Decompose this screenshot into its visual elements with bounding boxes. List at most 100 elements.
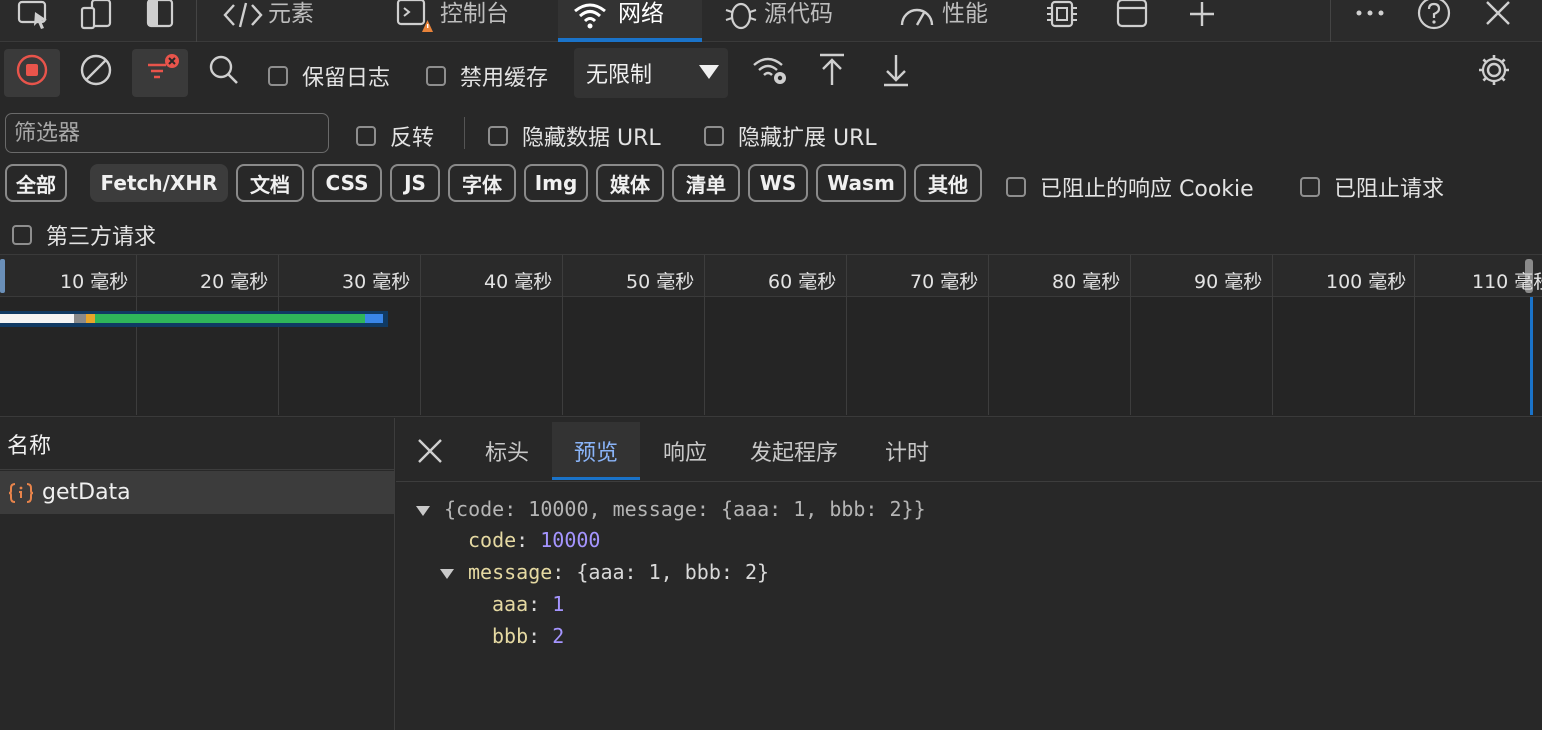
blocked-requests-checkbox[interactable]: 已阻止请求: [1300, 171, 1444, 203]
xhr-fetch-icon: [8, 482, 34, 504]
help-icon[interactable]: [1414, 0, 1454, 30]
timeline-range-handle-left[interactable]: [0, 259, 5, 293]
name-column-header[interactable]: 名称: [0, 418, 394, 470]
search-icon: [208, 54, 240, 92]
type-filter-css[interactable]: CSS: [312, 164, 382, 202]
timeline-gridline: [1130, 255, 1131, 415]
type-filter-doc[interactable]: 文档: [236, 164, 304, 202]
json-number: 2: [552, 624, 565, 648]
checkbox-box[interactable]: [704, 126, 724, 146]
type-filter-js[interactable]: JS: [390, 164, 440, 202]
checkbox-box[interactable]: [356, 126, 376, 146]
timeline-gridline: [704, 255, 705, 415]
request-row[interactable]: getData: [0, 471, 394, 514]
checkbox-box[interactable]: [1006, 177, 1026, 197]
type-filter-wasm[interactable]: Wasm: [816, 164, 906, 202]
tab-preview[interactable]: 预览: [552, 422, 640, 480]
waterfall-stalled-segment: [74, 314, 86, 323]
hide-data-urls-checkbox[interactable]: 隐藏数据 URL: [488, 120, 661, 152]
type-filter-media[interactable]: 媒体: [596, 164, 664, 202]
tab-response[interactable]: 响应: [648, 422, 722, 480]
json-number: 1: [552, 592, 565, 616]
waterfall-waiting-segment: [95, 314, 365, 323]
type-filter-other[interactable]: 其他: [914, 164, 982, 202]
request-details: 标头 预览 响应 发起程序 计时 {code: 10000, message: …: [396, 418, 1542, 730]
timeline-tick-label: 20 毫秒: [200, 271, 269, 293]
import-har-button[interactable]: [812, 49, 852, 97]
json-property-aaa: aaa: 1: [492, 592, 565, 616]
tab-console[interactable]: 控制台: [396, 0, 526, 42]
disable-cache-checkbox[interactable]: 禁用缓存: [426, 60, 548, 92]
tab-timing[interactable]: 计时: [870, 422, 944, 480]
json-number: 10000: [540, 528, 601, 552]
third-party-requests-checkbox[interactable]: 第三方请求: [12, 219, 156, 251]
type-filter-all[interactable]: 全部: [5, 164, 67, 202]
type-filter-font[interactable]: 字体: [448, 164, 516, 202]
type-filter-img[interactable]: Img: [524, 164, 588, 202]
tab-initiator[interactable]: 发起程序: [736, 422, 852, 480]
json-root-node[interactable]: {code: 10000, message: {aaa: 1, bbb: 2}}: [416, 497, 926, 521]
code-tag-icon: [222, 0, 264, 30]
tab-sources[interactable]: 源代码: [724, 0, 864, 42]
checkbox-box[interactable]: [488, 126, 508, 146]
close-details-button[interactable]: [412, 436, 448, 472]
timeline-range-edge: [1530, 297, 1533, 415]
search-button[interactable]: [202, 49, 246, 97]
tab-performance[interactable]: 性能: [898, 0, 1008, 42]
device-emulation-icon[interactable]: [78, 0, 116, 30]
invert-checkbox[interactable]: 反转: [356, 120, 434, 152]
timeline-tick-label: 60 毫秒: [768, 271, 837, 293]
filter-toggle-button[interactable]: [132, 49, 188, 97]
tab-elements[interactable]: 元素: [222, 0, 342, 42]
network-toolbar: 保留日志 禁用缓存 无限制: [0, 43, 1542, 103]
tab-headers[interactable]: 标头: [470, 422, 544, 480]
hide-extension-urls-checkbox[interactable]: 隐藏扩展 URL: [704, 120, 877, 152]
record-button[interactable]: [4, 49, 60, 97]
more-options-icon[interactable]: [1350, 0, 1390, 30]
throttling-select[interactable]: 无限制: [574, 48, 728, 98]
timeline-tick-label: 30 毫秒: [342, 271, 411, 293]
waterfall-bar: [0, 311, 388, 327]
network-conditions-button[interactable]: [748, 49, 792, 97]
blocked-response-cookies-checkbox[interactable]: 已阻止的响应 Cookie: [1006, 171, 1254, 203]
add-tab-icon[interactable]: [1184, 0, 1220, 30]
expand-triangle-icon[interactable]: [440, 568, 454, 579]
json-property-message[interactable]: message: {aaa: 1, bbb: 2}: [440, 560, 769, 584]
application-panel-icon[interactable]: [1114, 0, 1150, 30]
clear-button[interactable]: [72, 49, 120, 97]
json-key: code: [468, 528, 517, 552]
checkbox-box[interactable]: [12, 225, 32, 245]
filter-input[interactable]: [5, 113, 329, 153]
overview-timeline[interactable]: 10 毫秒 20 毫秒 30 毫秒 40 毫秒 50 毫秒 60 毫秒 70 毫…: [0, 255, 1542, 417]
divider: [464, 117, 465, 149]
checkbox-box[interactable]: [268, 66, 288, 86]
type-filter-manifest[interactable]: 清单: [672, 164, 740, 202]
timeline-gridline: [136, 255, 137, 415]
timeline-tick-label: 10 毫秒: [60, 271, 129, 293]
memory-chip-icon[interactable]: [1042, 0, 1082, 30]
console-warning-icon: [396, 0, 436, 32]
tab-network[interactable]: 网络: [558, 0, 702, 42]
export-har-button[interactable]: [876, 49, 916, 97]
timeline-gridline: [1414, 255, 1415, 415]
network-settings-button[interactable]: [1472, 49, 1516, 97]
inspect-element-icon[interactable]: [14, 0, 54, 30]
type-filter-fetch-xhr[interactable]: Fetch/XHR: [90, 164, 228, 202]
type-filter-ws[interactable]: WS: [748, 164, 808, 202]
stop-recording-icon: [16, 54, 48, 92]
bug-icon: [724, 0, 758, 30]
gear-icon: [1477, 53, 1511, 93]
timeline-gridline: [278, 255, 279, 415]
close-icon: [416, 437, 444, 471]
json-root-summary: {code: 10000, message: {aaa: 1, bbb: 2}}: [444, 497, 926, 521]
preserve-log-checkbox[interactable]: 保留日志: [268, 60, 390, 92]
expand-triangle-icon[interactable]: [416, 505, 430, 516]
close-devtools-icon[interactable]: [1480, 0, 1516, 30]
checkbox-box[interactable]: [1300, 177, 1320, 197]
timeline-tick-label: 90 毫秒: [1194, 271, 1263, 293]
timeline-gridline: [1272, 255, 1273, 415]
timeline-tick-label: 110 毫秒: [1472, 271, 1542, 293]
checkbox-box[interactable]: [426, 66, 446, 86]
tab-separator: [196, 0, 197, 42]
dock-side-icon[interactable]: [144, 0, 176, 30]
